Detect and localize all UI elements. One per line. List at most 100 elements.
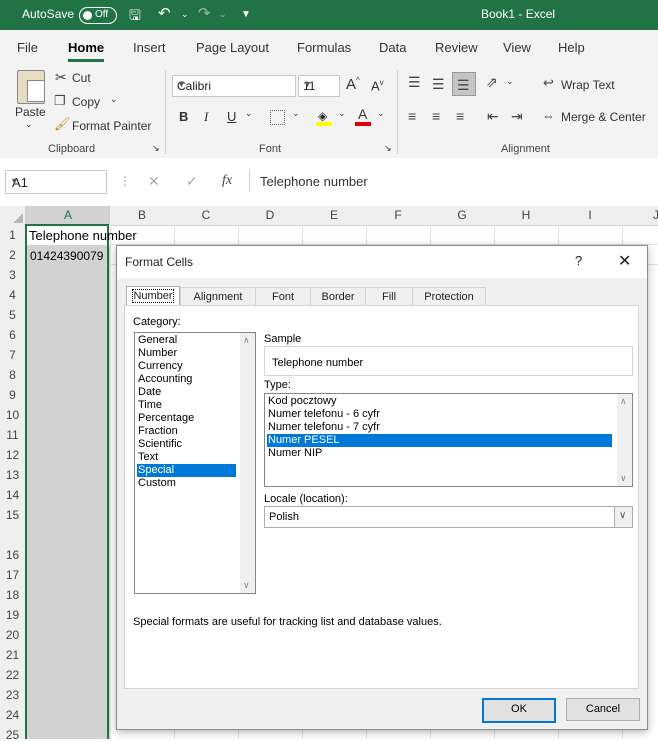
category-item[interactable]: Scientific	[137, 438, 238, 451]
tab-protection[interactable]: Protection	[412, 287, 486, 306]
name-box[interactable]: A1 ▼	[5, 170, 107, 194]
category-item[interactable]: Custom	[137, 477, 238, 490]
row-header-24[interactable]: 24	[0, 708, 25, 722]
orientation-dropdown-icon[interactable]: ⌄	[506, 76, 514, 87]
font-name-select[interactable]: Calibri ▼	[172, 75, 296, 97]
undo-icon[interactable]: ↶	[158, 4, 171, 22]
paste-icon[interactable]	[17, 70, 45, 104]
help-button[interactable]: ?	[575, 253, 582, 268]
row-header-7[interactable]: 7	[0, 348, 25, 362]
paste-button[interactable]: Paste	[15, 105, 46, 119]
column-header-j[interactable]: J	[646, 208, 658, 222]
column-header-i[interactable]: I	[558, 208, 622, 222]
category-item[interactable]: Currency	[137, 360, 238, 373]
font-color-icon[interactable]: A	[355, 106, 371, 126]
row-header-15[interactable]: 15	[0, 508, 25, 522]
type-item-selected[interactable]: Numer PESEL	[267, 434, 612, 447]
column-header-c[interactable]: C	[174, 208, 238, 222]
tab-border[interactable]: Border	[310, 287, 366, 306]
autosave-toggle[interactable]: Off	[79, 7, 117, 24]
cell-a2[interactable]: 01424390079	[30, 249, 103, 263]
row-header-5[interactable]: 5	[0, 308, 25, 322]
row-header-22[interactable]: 22	[0, 668, 25, 682]
row-header-25[interactable]: 25	[0, 728, 25, 742]
category-item-selected[interactable]: Special	[137, 464, 236, 477]
bold-button[interactable]: B	[179, 109, 188, 124]
copy-dropdown-icon[interactable]: ⌄	[110, 94, 118, 105]
category-item[interactable]: Text	[137, 451, 238, 464]
merge-center-button[interactable]: Merge & Center	[561, 110, 646, 124]
align-right-icon[interactable]: ≡	[456, 108, 464, 124]
font-launcher-icon[interactable]: ↘	[384, 143, 392, 154]
row-header-18[interactable]: 18	[0, 588, 25, 602]
wrap-text-icon[interactable]: ↩	[543, 75, 554, 91]
category-item[interactable]: Date	[137, 386, 238, 399]
row-header-2[interactable]: 2	[0, 248, 25, 262]
row-header-11[interactable]: 11	[0, 428, 25, 442]
column-header-b[interactable]: B	[110, 208, 174, 222]
row-header-19[interactable]: 19	[0, 608, 25, 622]
cancel-entry-icon[interactable]: ✕	[148, 173, 160, 190]
fill-color-icon[interactable]: ◈	[316, 108, 332, 126]
format-painter-button[interactable]: Format Painter	[72, 119, 151, 133]
tab-file[interactable]: File	[17, 40, 38, 55]
type-scrollbar[interactable]: ∧ ∨	[617, 394, 632, 486]
scroll-up-icon[interactable]: ∧	[243, 335, 250, 346]
row-header-8[interactable]: 8	[0, 368, 25, 382]
cut-icon[interactable]: ✂	[55, 69, 67, 86]
row-header-13[interactable]: 13	[0, 468, 25, 482]
tab-formulas[interactable]: Formulas	[297, 40, 351, 55]
select-all-corner[interactable]	[0, 206, 26, 225]
middle-align-icon[interactable]: ☰	[432, 76, 445, 93]
cut-button[interactable]: Cut	[72, 71, 91, 85]
customize-toolbar-icon[interactable]: ▼	[241, 9, 251, 20]
category-scrollbar[interactable]: ∧ ∨	[240, 333, 255, 593]
type-item[interactable]: Kod pocztowy	[267, 395, 614, 408]
category-item[interactable]: General	[137, 334, 238, 347]
increase-indent-icon[interactable]: ⇥	[511, 108, 523, 125]
locale-dropdown-button[interactable]: ∨	[614, 507, 632, 527]
tab-alignment[interactable]: Alignment	[180, 287, 256, 306]
confirm-entry-icon[interactable]: ✓	[186, 173, 198, 190]
tab-insert[interactable]: Insert	[133, 40, 166, 55]
paste-dropdown-icon[interactable]: ⌄	[25, 119, 33, 130]
category-item[interactable]: Fraction	[137, 425, 238, 438]
type-item[interactable]: Numer telefonu - 7 cyfr	[267, 421, 614, 434]
tab-help[interactable]: Help	[558, 40, 585, 55]
category-item[interactable]: Accounting	[137, 373, 238, 386]
decrease-indent-icon[interactable]: ⇤	[487, 108, 499, 125]
formula-input[interactable]: Telephone number	[249, 170, 658, 192]
fill-color-dropdown-icon[interactable]: ⌄	[338, 108, 346, 119]
row-header-12[interactable]: 12	[0, 448, 25, 462]
row-header-16[interactable]: 16	[0, 548, 25, 562]
align-left-icon[interactable]: ≡	[408, 108, 416, 124]
cancel-button[interactable]: Cancel	[566, 698, 640, 721]
row-header-17[interactable]: 17	[0, 568, 25, 582]
align-center-icon[interactable]: ≡	[432, 108, 440, 124]
column-header-h[interactable]: H	[494, 208, 558, 222]
scroll-down-icon[interactable]: ∨	[620, 473, 627, 484]
row-header-21[interactable]: 21	[0, 648, 25, 662]
category-item[interactable]: Number	[137, 347, 238, 360]
clipboard-launcher-icon[interactable]: ↘	[152, 143, 160, 154]
column-header-a[interactable]: A	[26, 208, 110, 222]
ok-button[interactable]: OK	[482, 698, 556, 723]
tab-page-layout[interactable]: Page Layout	[196, 40, 269, 55]
italic-button[interactable]: I	[204, 109, 208, 125]
column-header-e[interactable]: E	[302, 208, 366, 222]
underline-button[interactable]: U	[227, 109, 236, 124]
category-item[interactable]: Time	[137, 399, 238, 412]
undo-dropdown-icon[interactable]: ⌄	[181, 9, 189, 20]
column-header-g[interactable]: G	[430, 208, 494, 222]
locale-select[interactable]: Polish ∨	[264, 506, 633, 528]
row-header-20[interactable]: 20	[0, 628, 25, 642]
font-size-select[interactable]: 11 ▼	[298, 75, 340, 97]
tab-review[interactable]: Review	[435, 40, 478, 55]
save-icon[interactable]: 🖫	[129, 5, 141, 29]
bottom-align-button[interactable]: ☰	[452, 72, 476, 96]
tab-font[interactable]: Font	[255, 287, 311, 306]
row-header-6[interactable]: 6	[0, 328, 25, 342]
row-header-3[interactable]: 3	[0, 268, 25, 282]
increase-font-icon[interactable]: A^	[346, 76, 360, 93]
copy-icon[interactable]: ❐	[54, 93, 66, 109]
